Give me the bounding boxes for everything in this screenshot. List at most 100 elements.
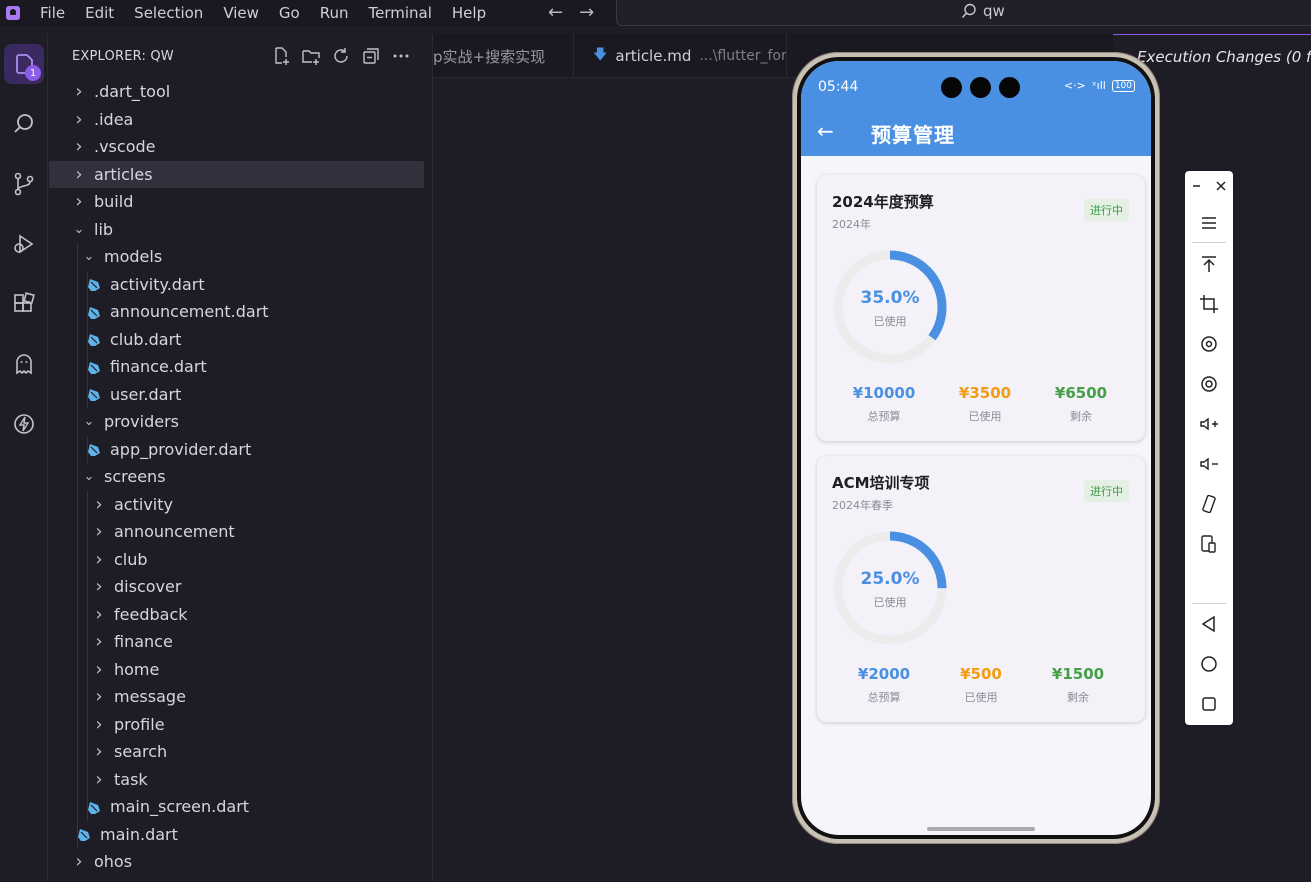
close-button[interactable] bbox=[1209, 171, 1233, 201]
tree-item-file[interactable]: club.dart bbox=[49, 325, 424, 353]
tree-item-folder[interactable]: ⌄ lib bbox=[49, 216, 424, 244]
tree-item-folder[interactable]: › build bbox=[49, 188, 424, 216]
tree-item-folder[interactable]: › message bbox=[49, 683, 424, 711]
tree-item-folder[interactable]: › .dart_tool bbox=[49, 78, 424, 106]
multi-device-button[interactable] bbox=[1185, 529, 1233, 559]
menu-selection[interactable]: Selection bbox=[124, 0, 213, 26]
menu-terminal[interactable]: Terminal bbox=[359, 0, 442, 26]
explorer-activity[interactable]: 1 bbox=[4, 44, 44, 84]
menu-run[interactable]: Run bbox=[310, 0, 359, 26]
back-arrow-icon[interactable]: ← bbox=[548, 2, 563, 23]
menu-go[interactable]: Go bbox=[269, 0, 310, 26]
new-file-icon[interactable] bbox=[271, 46, 291, 66]
phone-screen: 05:44 <·> ˣıll 100 ← 预算管理 2024年度预算 2024年… bbox=[801, 61, 1151, 835]
tree-item-folder[interactable]: › feedback bbox=[49, 600, 424, 628]
recents-button[interactable] bbox=[1185, 689, 1233, 719]
tab-article-md[interactable]: 🡇 article.md ...\flutter_for_openl bbox=[575, 34, 787, 78]
tab-search-article[interactable]: p实战+搜索实现 bbox=[433, 34, 574, 78]
explorer-panel: EXPLORER: QW › .dart_tool › .idea › .vscode › a… bbox=[49, 34, 431, 882]
collapse-all-icon[interactable] bbox=[361, 46, 381, 66]
tree-item-file[interactable]: main.dart bbox=[49, 820, 424, 848]
tree-item-folder[interactable]: › search bbox=[49, 738, 424, 766]
extensions-icon bbox=[14, 292, 35, 312]
more-actions-icon[interactable] bbox=[391, 46, 411, 66]
back-arrow-icon[interactable]: ← bbox=[817, 119, 834, 143]
budget-card[interactable]: 2024年度预算 2024年 进行中 35.0% 已使用 ¥10000 总预算 … bbox=[817, 175, 1145, 441]
forward-arrow-icon[interactable]: → bbox=[579, 2, 594, 23]
ghost-activity[interactable] bbox=[4, 344, 44, 384]
menu-edit[interactable]: Edit bbox=[75, 0, 124, 26]
back-button[interactable] bbox=[1185, 609, 1233, 639]
refresh-icon[interactable] bbox=[331, 46, 351, 66]
indent-guide bbox=[77, 600, 78, 628]
rotate-right-button[interactable] bbox=[1185, 369, 1233, 399]
menu-view[interactable]: View bbox=[213, 0, 269, 26]
chevron-right-icon: › bbox=[95, 741, 103, 763]
tree-item-folder[interactable]: › profile bbox=[49, 710, 424, 738]
new-folder-icon[interactable] bbox=[301, 46, 321, 66]
indent-guide bbox=[77, 683, 78, 711]
close-icon bbox=[1216, 181, 1226, 191]
indent-guide bbox=[87, 628, 88, 656]
tree-item-folder[interactable]: ⌄ models bbox=[49, 243, 424, 271]
tree-item-file[interactable]: announcement.dart bbox=[49, 298, 424, 326]
tree-item-folder[interactable]: › club bbox=[49, 545, 424, 573]
used-value: ¥3500 bbox=[958, 384, 1012, 402]
command-center[interactable]: qw bbox=[616, 0, 1311, 26]
dart-file-icon bbox=[87, 332, 101, 347]
tree-item-folder[interactable]: › announcement bbox=[49, 518, 424, 546]
tree-item-folder[interactable]: › .idea bbox=[49, 106, 424, 134]
tree-item-folder[interactable]: › ohos bbox=[49, 848, 424, 876]
tree-item-folder[interactable]: › discover bbox=[49, 573, 424, 601]
tree-item-label: search bbox=[114, 742, 168, 762]
volume-up-button[interactable] bbox=[1185, 409, 1233, 439]
indent-guide bbox=[87, 655, 88, 683]
tree-item-label: user.dart bbox=[110, 384, 182, 404]
menu-file[interactable]: File bbox=[30, 0, 75, 26]
home-button[interactable] bbox=[1185, 649, 1233, 679]
home-indicator[interactable] bbox=[927, 827, 1035, 831]
tree-item-label: finance bbox=[114, 632, 173, 652]
volume-down-button[interactable] bbox=[1185, 449, 1233, 479]
tree-item-folder[interactable]: › .vscode bbox=[49, 133, 424, 161]
dart-file-icon bbox=[87, 387, 101, 402]
tree-item-file[interactable]: app_provider.dart bbox=[49, 435, 424, 463]
tree-item-folder[interactable]: ⌄ screens bbox=[49, 463, 424, 491]
total-budget-value: ¥10000 bbox=[852, 384, 916, 402]
tree-item-folder[interactable]: › activity bbox=[49, 490, 424, 518]
dart-file-icon bbox=[87, 442, 101, 457]
menu-help[interactable]: Help bbox=[442, 0, 496, 26]
tree-item-folder[interactable]: › finance bbox=[49, 628, 424, 656]
tree-item-folder[interactable]: › home bbox=[49, 655, 424, 683]
signal-icon: ˣıll bbox=[1091, 79, 1106, 92]
indent-guide bbox=[87, 600, 88, 628]
tree-item-file[interactable]: main_screen.dart bbox=[49, 793, 424, 821]
minimize-button[interactable] bbox=[1185, 171, 1209, 201]
tab-label: Execution Changes (0 f bbox=[1137, 47, 1311, 66]
screenshot-button[interactable] bbox=[1185, 289, 1233, 319]
run-debug-activity[interactable] bbox=[4, 224, 44, 264]
app-logo-icon bbox=[6, 6, 20, 20]
pin-top-button[interactable] bbox=[1185, 249, 1233, 279]
indent-guide bbox=[87, 270, 88, 298]
budget-period: 2024年春季 bbox=[832, 499, 893, 512]
menu-button[interactable] bbox=[1185, 208, 1233, 238]
tree-item-file[interactable]: user.dart bbox=[49, 380, 424, 408]
source-control-icon bbox=[14, 172, 34, 196]
tree-item-file[interactable]: finance.dart bbox=[49, 353, 424, 381]
rotate-device-button[interactable] bbox=[1185, 489, 1233, 519]
total-budget-stat: ¥2000 总预算 bbox=[834, 665, 934, 705]
tree-item-folder[interactable]: ⌄ providers bbox=[49, 408, 424, 436]
indent-guide bbox=[77, 545, 78, 573]
tree-item-file[interactable]: activity.dart bbox=[49, 270, 424, 298]
source-control-activity[interactable] bbox=[4, 164, 44, 204]
extensions-activity[interactable] bbox=[4, 284, 44, 324]
search-activity[interactable] bbox=[4, 104, 44, 144]
budget-card[interactable]: ACM培训专项 2024年春季 进行中 25.0% 已使用 ¥2000 总预算 … bbox=[817, 456, 1145, 722]
rotate-left-button[interactable] bbox=[1185, 329, 1233, 359]
emulator-toolbar bbox=[1185, 171, 1233, 725]
tree-item-folder[interactable]: › articles bbox=[49, 160, 424, 188]
tree-item-folder[interactable]: › task bbox=[49, 765, 424, 793]
remote-activity[interactable] bbox=[4, 404, 44, 444]
tree-item-label: providers bbox=[104, 412, 179, 432]
